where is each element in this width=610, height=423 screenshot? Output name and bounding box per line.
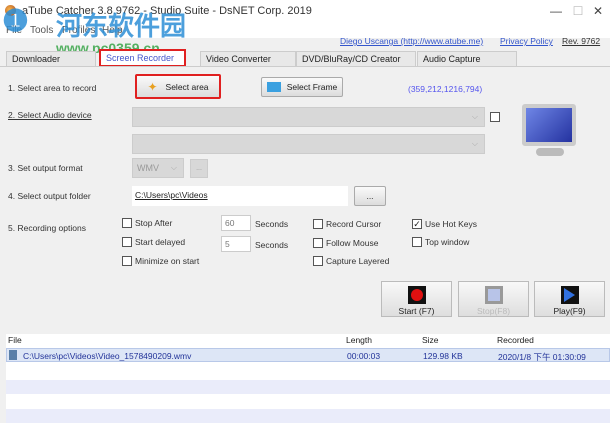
magic-wand-icon: ✦: [147, 79, 158, 94]
play-label: Play(F9): [553, 306, 586, 316]
top-window-checkbox[interactable]: [412, 237, 422, 247]
step4-label: 4. Select output folder: [8, 191, 91, 201]
file-size: 129.98 KB: [423, 351, 463, 361]
audio-device-select[interactable]: ⌵: [132, 107, 485, 127]
select-frame-button[interactable]: Select Frame: [261, 77, 343, 97]
file-path: C:\Users\pc\Videos\Video_1578490209.wmv: [23, 351, 192, 361]
frame-icon: [266, 82, 281, 92]
minimize-checkbox[interactable]: [122, 256, 132, 266]
maximize-button[interactable]: ☐: [568, 2, 588, 20]
audio-enable-checkbox[interactable]: [490, 112, 500, 122]
record-cursor-checkbox[interactable]: [313, 219, 323, 229]
tab-audio-capture[interactable]: Audio Capture: [417, 51, 517, 67]
record-cursor-label: Record Cursor: [326, 219, 382, 229]
tab-dvd-creator[interactable]: DVD/BluRay/CD Creator: [296, 51, 416, 67]
column-length[interactable]: Length: [346, 335, 372, 345]
browse-folder-button[interactable]: ...: [354, 186, 386, 206]
list-header: File Length Size Recorded: [6, 334, 610, 347]
monitor-stand-icon: [536, 148, 564, 156]
column-recorded[interactable]: Recorded: [497, 335, 534, 345]
column-file[interactable]: File: [8, 335, 22, 345]
empty-row: [6, 380, 610, 394]
author-link[interactable]: Diego Uscanga (http://www.atube.me): [340, 36, 483, 46]
audio-source-select[interactable]: ⌵: [132, 134, 485, 154]
step2-label[interactable]: 2. Select Audio device: [8, 110, 92, 120]
rev-link[interactable]: Rev. 9762: [562, 36, 600, 46]
follow-mouse-checkbox[interactable]: [313, 238, 323, 248]
minimize-label: Minimize on start: [135, 256, 200, 266]
empty-row: [6, 409, 610, 423]
output-format-select[interactable]: WMV ⌵: [132, 158, 184, 178]
watermark-name: 河东软件园: [56, 11, 187, 41]
stop-after-checkbox[interactable]: [122, 218, 132, 228]
start-delayed-input[interactable]: 5: [221, 236, 251, 252]
capture-layered-label: Capture Layered: [326, 256, 390, 266]
start-label: Start (F7): [398, 306, 435, 316]
chevron-down-icon: ⌵: [170, 163, 177, 172]
close-button[interactable]: ✕: [588, 2, 608, 20]
seconds-label: Seconds: [255, 240, 289, 250]
step3-label: 3. Set output format: [8, 163, 83, 173]
file-length: 00:00:03: [347, 351, 381, 361]
stop-after-label: Stop After: [135, 218, 173, 228]
minimize-button[interactable]: —: [546, 2, 566, 20]
follow-mouse-label: Follow Mouse: [326, 238, 379, 248]
record-icon: [407, 286, 426, 304]
select-area-button[interactable]: ✦ Select area: [135, 74, 221, 99]
table-row[interactable]: C:\Users\pc\Videos\Video_1578490209.wmv …: [6, 348, 610, 362]
step5-label: 5. Recording options: [8, 223, 86, 233]
output-folder-field[interactable]: C:\Users\pc\Videos: [132, 186, 348, 206]
stop-label: Stop(F8): [476, 306, 511, 316]
tab-video-converter[interactable]: Video Converter: [200, 51, 296, 67]
hot-keys-label: Use Hot Keys: [425, 219, 477, 229]
stop-button[interactable]: Stop(F8): [458, 281, 529, 317]
watermark-logo-icon: ❶: [2, 5, 29, 38]
step1-label: 1. Select area to record: [8, 83, 97, 93]
play-button[interactable]: Play(F9): [534, 281, 605, 317]
area-coordinates: (359,212,1216,794): [408, 84, 483, 94]
file-recorded: 2020/1/8 下午 01:30:09: [498, 352, 586, 362]
recordings-list: File Length Size Recorded C:\Users\pc\Vi…: [6, 334, 610, 423]
seconds-label: Seconds: [255, 219, 289, 229]
stop-after-input[interactable]: 60: [221, 215, 251, 231]
tab-screen-recorder[interactable]: Screen Recorder: [99, 49, 186, 67]
select-frame-label: Select Frame: [286, 82, 338, 92]
menu-tools[interactable]: Tools: [30, 25, 53, 36]
column-size[interactable]: Size: [422, 335, 439, 345]
capture-layered-checkbox[interactable]: [313, 256, 323, 266]
chevron-down-icon: ⌵: [471, 112, 478, 121]
play-icon: [560, 286, 579, 304]
start-button[interactable]: Start (F7): [381, 281, 452, 317]
screen-recorder-monitor-icon: [522, 104, 576, 146]
top-window-label: Top window: [425, 237, 470, 247]
start-delayed-label: Start delayed: [135, 237, 186, 247]
chevron-down-icon: ⌵: [471, 139, 478, 148]
format-value: WMV: [137, 163, 159, 173]
start-delayed-checkbox[interactable]: [122, 237, 132, 247]
format-options-button[interactable]: ...: [190, 159, 208, 178]
hot-keys-checkbox[interactable]: ✓: [412, 219, 422, 229]
tab-downloader[interactable]: Downloader: [6, 51, 96, 67]
select-area-label: Select area: [165, 81, 209, 92]
stop-icon: [484, 286, 503, 304]
privacy-link[interactable]: Privacy Policy: [500, 36, 553, 46]
video-file-icon: [9, 350, 17, 360]
